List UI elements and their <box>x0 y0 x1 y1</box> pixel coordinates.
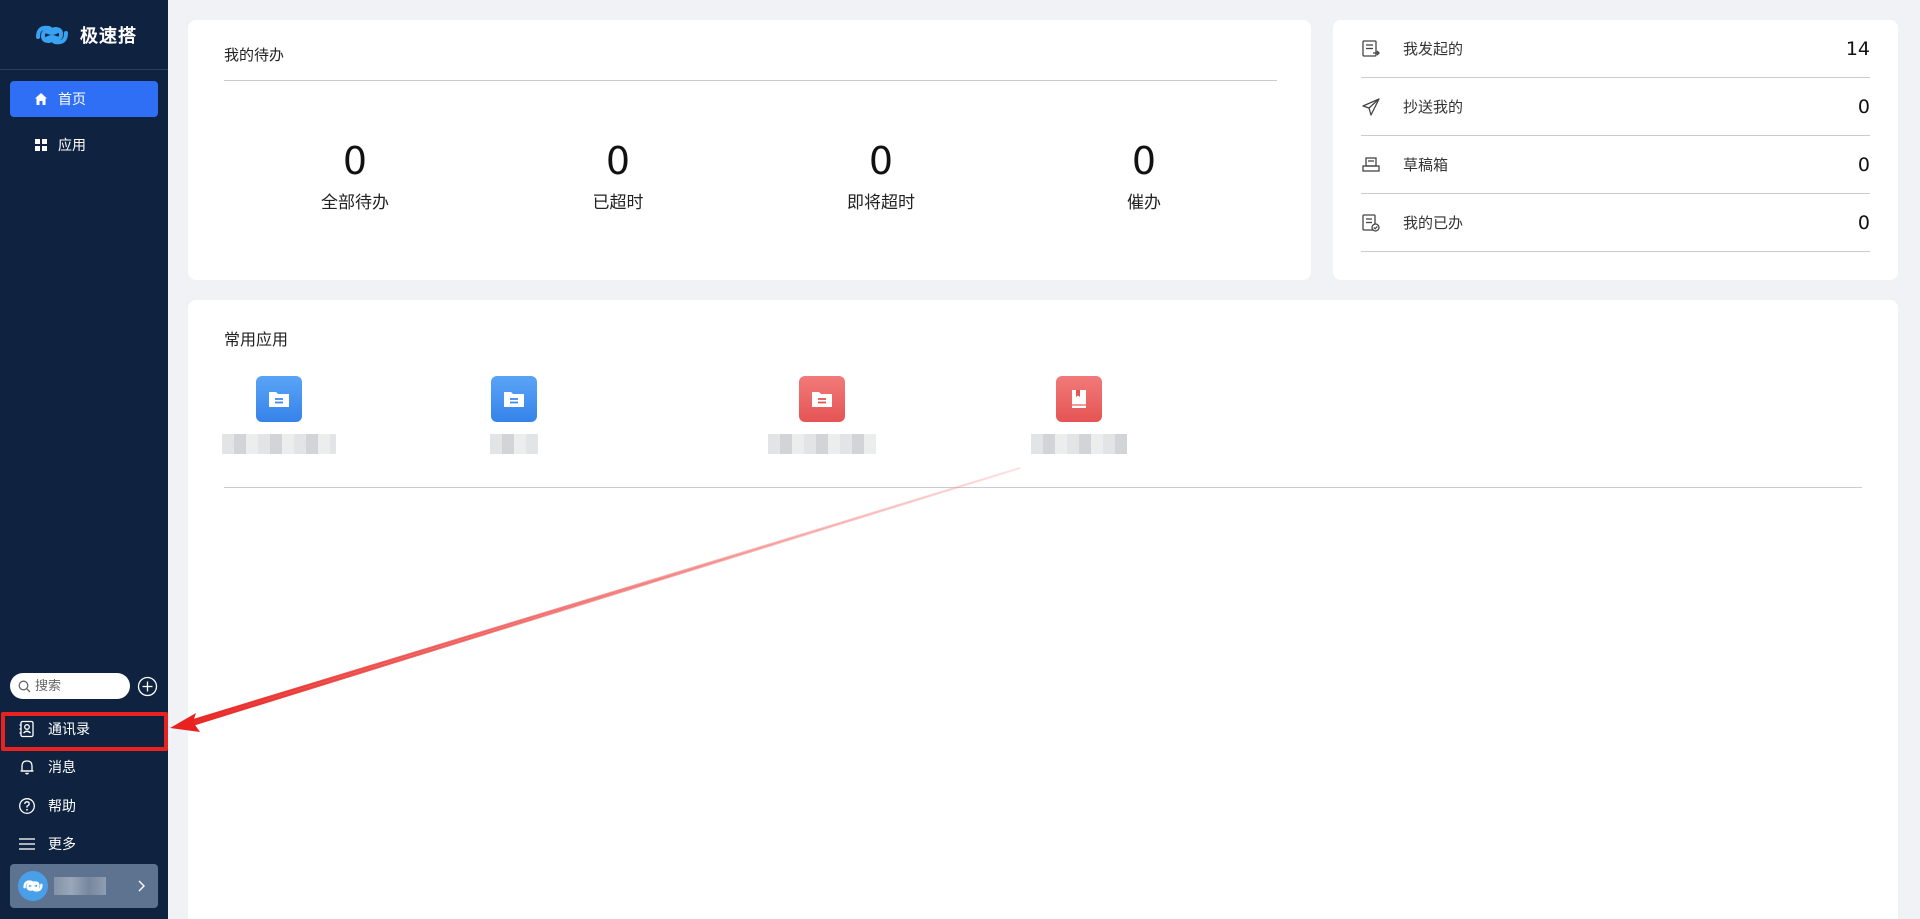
folder-doc-icon <box>812 392 832 407</box>
apps-title: 常用应用 <box>224 330 289 349</box>
summary-label: 我发起的 <box>1403 40 1464 58</box>
grid-icon <box>35 139 47 151</box>
sidebar-item-help-label: 帮助 <box>48 799 76 815</box>
todo-card: 我的待办 0 全部待办 0 已超时 0 即将超时 0 催办 <box>188 20 1311 280</box>
search-icon <box>18 680 31 692</box>
summary-count: 0 <box>1857 211 1870 234</box>
brand-name: 极速搭 <box>80 26 137 47</box>
stat-overdue[interactable]: 0 已超时 <box>538 138 698 213</box>
search-input[interactable] <box>35 678 125 694</box>
todo-title: 我的待办 <box>224 46 285 64</box>
summary-label: 草稿箱 <box>1403 156 1449 174</box>
app-name-blurred <box>222 434 336 454</box>
sidebar-divider <box>0 69 168 70</box>
summary-label: 我的已办 <box>1403 214 1464 232</box>
summary-count: 0 <box>1857 153 1870 176</box>
stat-value: 0 <box>342 139 368 183</box>
sidebar-item-messages[interactable]: 消息 <box>8 750 160 784</box>
nav-item-home[interactable]: 首页 <box>10 81 158 117</box>
summary-card: 我发起的 14 抄送我的 0 草稿箱 0 我的已办 0 <box>1333 20 1898 280</box>
app-item[interactable] <box>490 376 538 454</box>
help-icon <box>19 798 35 814</box>
done-icon <box>1362 213 1380 232</box>
stat-label: 已超时 <box>592 193 644 213</box>
stat-value: 0 <box>605 139 631 183</box>
summary-row-done[interactable]: 我的已办 0 <box>1361 194 1870 252</box>
home-icon <box>35 93 47 105</box>
book-icon <box>1072 390 1086 408</box>
avatar <box>18 871 48 901</box>
menu-icon <box>19 838 35 850</box>
sidebar-search[interactable] <box>10 673 130 699</box>
stat-label: 全部待办 <box>321 193 389 213</box>
summary-count: 0 <box>1857 95 1870 118</box>
avatar-logo-icon <box>23 880 43 892</box>
brand-logo-icon <box>36 25 68 45</box>
apps-divider <box>224 487 1862 488</box>
summary-row-cc[interactable]: 抄送我的 0 <box>1361 78 1870 136</box>
app-icon <box>799 376 845 422</box>
app-item[interactable] <box>768 376 876 454</box>
folder-doc-icon <box>269 392 289 407</box>
app-icon <box>491 376 537 422</box>
nav-item-apps-label: 应用 <box>58 138 86 154</box>
initiated-icon <box>1362 39 1380 57</box>
stat-all-pending[interactable]: 0 全部待办 <box>275 138 435 213</box>
app-item[interactable] <box>222 376 336 454</box>
app-icon <box>1056 376 1102 422</box>
bell-icon <box>20 760 34 775</box>
app-name-blurred <box>768 434 876 454</box>
drafts-icon <box>1362 156 1380 172</box>
summary-count: 14 <box>1845 37 1870 60</box>
folder-doc-icon <box>504 392 524 407</box>
stat-urged[interactable]: 0 催办 <box>1064 138 1224 213</box>
sidebar-item-more[interactable]: 更多 <box>8 827 160 861</box>
user-profile-card[interactable] <box>10 864 158 908</box>
add-icon[interactable] <box>137 676 158 697</box>
summary-label: 抄送我的 <box>1403 98 1464 116</box>
stat-label: 即将超时 <box>847 193 915 213</box>
user-name-blurred <box>54 877 106 895</box>
chevron-right-icon[interactable] <box>134 878 148 894</box>
todo-divider <box>224 80 1277 81</box>
nav-item-home-label: 首页 <box>58 92 86 108</box>
summary-row-initiated[interactable]: 我发起的 14 <box>1361 20 1870 78</box>
summary-row-drafts[interactable]: 草稿箱 0 <box>1361 136 1870 194</box>
send-icon <box>1362 97 1380 116</box>
stat-due-soon[interactable]: 0 即将超时 <box>801 138 961 213</box>
stat-label: 催办 <box>1127 193 1161 213</box>
sidebar: 极速搭 首页 应用 通讯录 消息 帮助 更多 <box>0 0 168 919</box>
annotation-highlight-box <box>1 712 168 751</box>
common-apps-card: 常用应用 <box>188 300 1898 919</box>
app-item[interactable] <box>1031 376 1127 454</box>
brand-logo[interactable]: 极速搭 <box>32 18 137 52</box>
app-name-blurred <box>1031 434 1127 454</box>
sidebar-item-help[interactable]: 帮助 <box>8 789 160 823</box>
stat-value: 0 <box>868 139 894 183</box>
sidebar-item-more-label: 更多 <box>48 837 76 853</box>
nav-item-apps[interactable]: 应用 <box>10 127 158 163</box>
app-name-blurred <box>490 434 538 454</box>
stat-value: 0 <box>1131 139 1157 183</box>
sidebar-item-messages-label: 消息 <box>48 760 76 776</box>
app-icon <box>256 376 302 422</box>
